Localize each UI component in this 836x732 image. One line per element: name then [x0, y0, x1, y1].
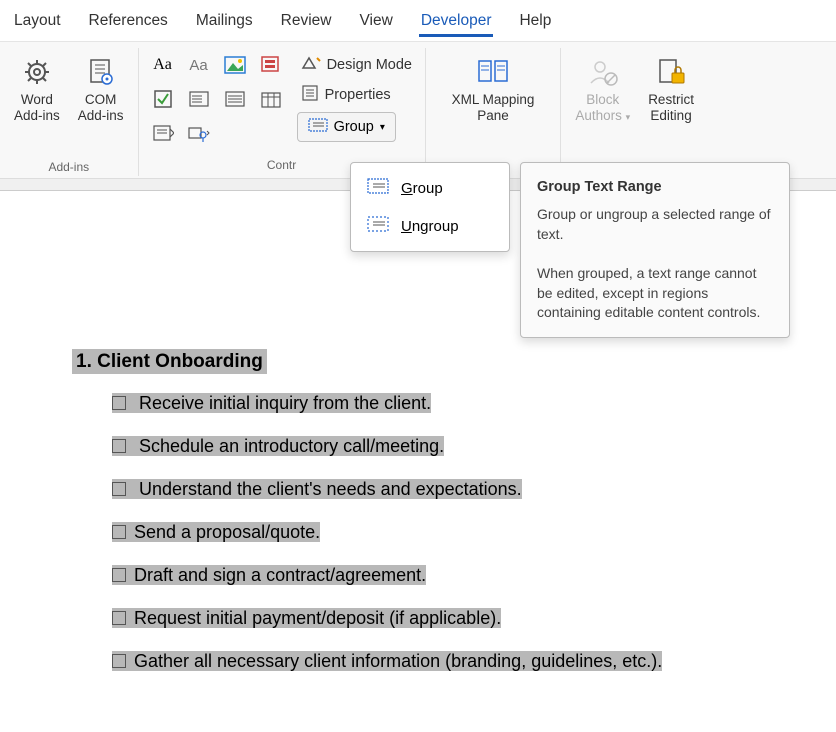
checkbox-icon[interactable]: [112, 654, 126, 668]
group-addins: Word Add-ins COM Add-ins Add-ins: [0, 48, 139, 176]
checklist: Receive initial inquiry from the client.…: [72, 393, 836, 672]
checkbox-icon[interactable]: [112, 439, 126, 453]
checkbox-icon[interactable]: [112, 568, 126, 582]
checkbox-icon[interactable]: [112, 525, 126, 539]
repeating-control-icon[interactable]: [149, 120, 177, 146]
ribbon-tabs: Layout References Mailings Review View D…: [0, 0, 836, 42]
list-item[interactable]: Understand the client's needs and expect…: [112, 479, 836, 500]
properties-icon: [301, 84, 319, 106]
checkbox-control-icon[interactable]: [149, 86, 177, 112]
properties-label: Properties: [325, 87, 391, 103]
chevron-down-icon: ▾: [626, 112, 631, 122]
menu-group-label: Group: [401, 180, 443, 197]
xml-mapping-button[interactable]: XML Mapping Pane: [446, 50, 541, 127]
word-addins-button[interactable]: Word Add-ins: [8, 50, 66, 127]
design-mode-button[interactable]: Design Mode: [297, 52, 416, 78]
dropdown-control-icon[interactable]: [221, 86, 249, 112]
xml-mapping-label: XML Mapping Pane: [452, 92, 535, 123]
restrict-editing-button[interactable]: Restrict Editing: [642, 50, 700, 127]
tooltip-text-1: Group or ungroup a selected range of tex…: [537, 205, 773, 244]
list-item-text: Request initial payment/deposit (if appl…: [134, 608, 501, 628]
picture-control-icon[interactable]: [221, 52, 249, 78]
design-mode-icon: [301, 54, 321, 76]
plaintext-control-icon[interactable]: Aa: [185, 52, 213, 78]
richtext-control-icon[interactable]: Aa: [149, 52, 177, 78]
restrict-editing-label: Restrict Editing: [648, 92, 694, 123]
list-item[interactable]: Request initial payment/deposit (if appl…: [112, 608, 836, 629]
menu-group[interactable]: Group: [351, 169, 509, 207]
tab-help[interactable]: Help: [517, 8, 553, 37]
tooltip-title: Group Text Range: [537, 177, 773, 197]
list-item[interactable]: Schedule an introductory call/meeting.: [112, 436, 836, 457]
ribbon: Word Add-ins COM Add-ins Add-ins Aa Aa: [0, 42, 836, 179]
list-item-text: Schedule an introductory call/meeting.: [134, 436, 444, 456]
chevron-down-icon: ▾: [380, 122, 385, 133]
com-addins-button[interactable]: COM Add-ins: [72, 50, 130, 127]
checkbox-icon[interactable]: [112, 611, 126, 625]
restrict-editing-icon: [656, 54, 686, 90]
tab-view[interactable]: View: [358, 8, 395, 37]
list-item[interactable]: Receive initial inquiry from the client.: [112, 393, 836, 414]
legacy-tools-icon[interactable]: [185, 120, 213, 146]
tooltip-text-2: When grouped, a text range cannot be edi…: [537, 264, 773, 323]
word-addins-label: Word Add-ins: [14, 92, 60, 123]
xml-mapping-icon: [475, 54, 511, 90]
combobox-control-icon[interactable]: [185, 86, 213, 112]
list-item[interactable]: Draft and sign a contract/agreement.: [112, 565, 836, 586]
group-button-label: Group: [334, 119, 374, 135]
menu-ungroup-label: Ungroup: [401, 218, 459, 235]
group-protect: Block Authors ▾ Restrict Editing: [561, 48, 708, 176]
tab-layout[interactable]: Layout: [12, 8, 63, 37]
page-gear-icon: [85, 54, 117, 90]
buildingblock-control-icon[interactable]: [257, 52, 285, 78]
group-tooltip: Group Text Range Group or ungroup a sele…: [520, 162, 790, 338]
tab-mailings[interactable]: Mailings: [194, 8, 255, 37]
tab-developer[interactable]: Developer: [419, 8, 494, 37]
com-addins-label: COM Add-ins: [78, 92, 124, 123]
group-split-button[interactable]: Group ▾: [297, 112, 396, 142]
group-xml-mapping: XML Mapping Pane: [426, 48, 562, 176]
group-controls-label: Contr: [267, 156, 296, 174]
tab-references[interactable]: References: [87, 8, 170, 37]
control-palette: Aa Aa: [147, 50, 287, 148]
checkbox-icon[interactable]: [112, 482, 126, 496]
menu-ungroup[interactable]: Ungroup: [351, 207, 509, 245]
list-item-text: Understand the client's needs and expect…: [134, 479, 522, 499]
block-authors-button[interactable]: Block Authors ▾: [569, 50, 636, 127]
group-addins-label: Add-ins: [48, 158, 89, 176]
list-item-text: Gather all necessary client information …: [134, 651, 662, 671]
list-item[interactable]: Send a proposal/quote.: [112, 522, 836, 543]
checkbox-icon[interactable]: [112, 396, 126, 410]
properties-button[interactable]: Properties: [297, 82, 395, 108]
tab-review[interactable]: Review: [279, 8, 334, 37]
list-item-text: Receive initial inquiry from the client.: [134, 393, 431, 413]
list-item[interactable]: Gather all necessary client information …: [112, 651, 836, 672]
design-mode-label: Design Mode: [327, 57, 412, 73]
list-item-text: Draft and sign a contract/agreement.: [134, 565, 426, 585]
group-icon: [308, 117, 328, 137]
block-authors-label: Block Authors ▾: [575, 92, 630, 123]
gear-icon: [21, 54, 53, 90]
group-dropdown-menu: Group Ungroup: [350, 162, 510, 252]
group-controls: Aa Aa Design Mode Properties: [139, 48, 426, 176]
group-icon: [367, 177, 389, 199]
doc-heading[interactable]: 1. Client Onboarding: [72, 349, 267, 374]
block-authors-icon: [587, 54, 619, 90]
list-item-text: Send a proposal/quote.: [134, 522, 320, 542]
datepicker-control-icon[interactable]: [257, 86, 285, 112]
ungroup-icon: [367, 215, 389, 237]
